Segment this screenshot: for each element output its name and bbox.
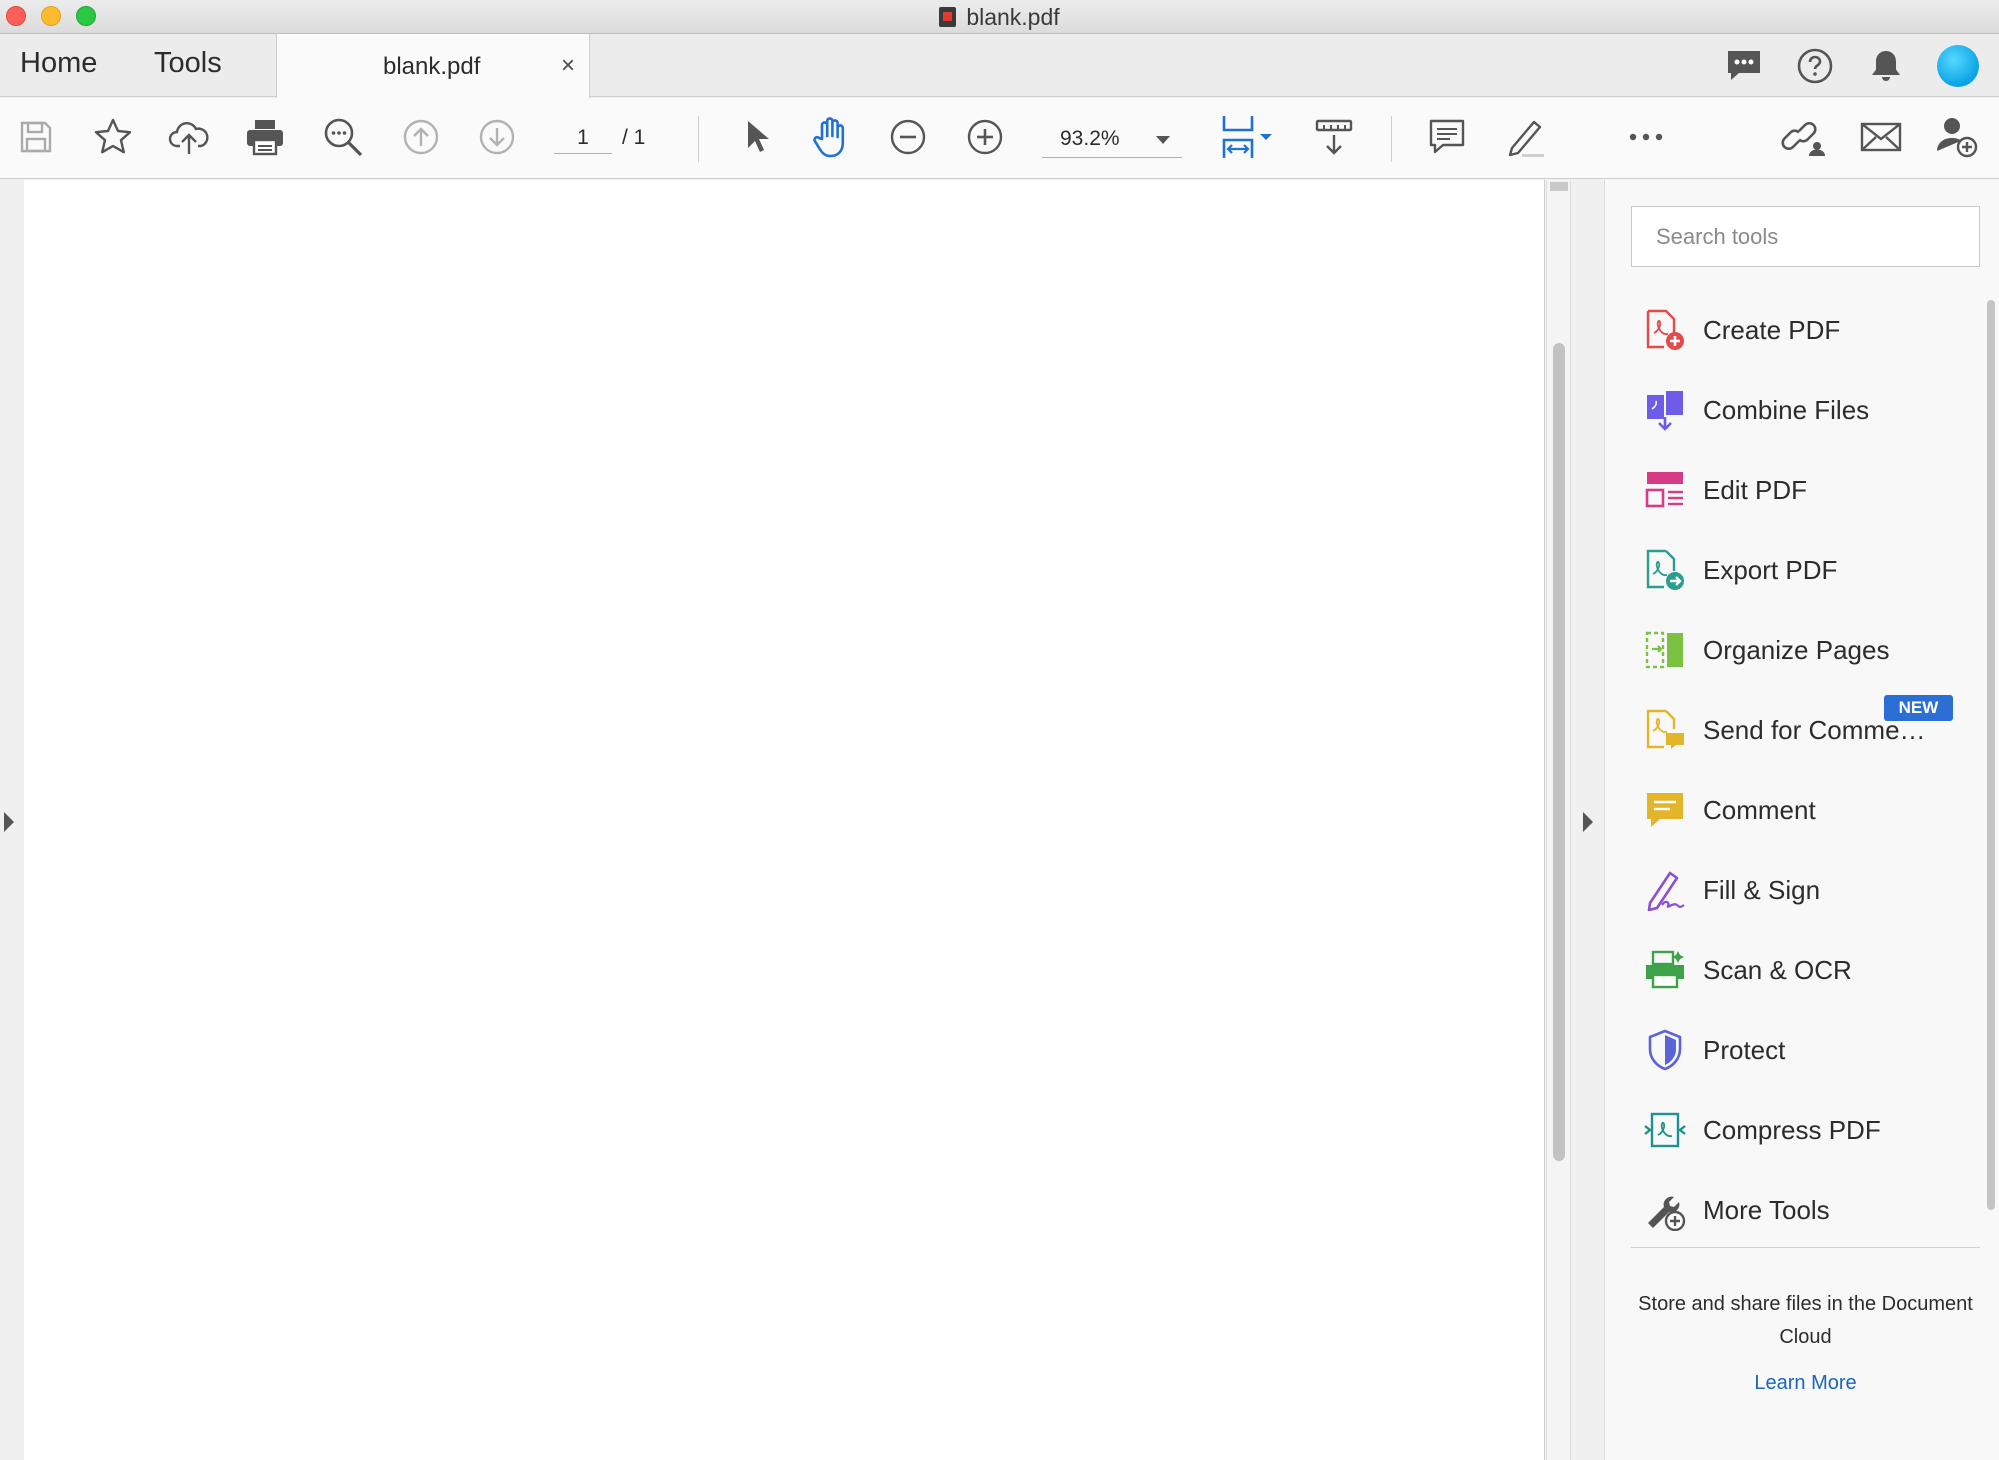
window-title: blank.pdf <box>0 4 1999 31</box>
edit-pdf-icon <box>1643 468 1687 512</box>
print-icon[interactable] <box>242 114 288 160</box>
comment-icon[interactable] <box>1424 114 1470 160</box>
document-tab-label: blank.pdf <box>383 53 481 80</box>
tool-label: Protect <box>1703 1034 1786 1065</box>
tool-protect[interactable]: Protect <box>1643 1020 1973 1080</box>
save-icon[interactable] <box>13 114 59 160</box>
star-icon[interactable] <box>90 114 136 160</box>
zoom-in-icon[interactable] <box>962 114 1008 160</box>
organize-pages-icon <box>1643 628 1687 672</box>
hand-tool-icon[interactable] <box>808 114 854 160</box>
close-tab-button[interactable]: × <box>561 52 575 80</box>
chat-icon[interactable] <box>1724 46 1764 86</box>
tools-pane: Create PDF Combine Files Edit PDF Export… <box>1605 180 1999 1460</box>
compress-pdf-icon <box>1643 1108 1687 1152</box>
acrobat-window: blank.pdf Home Tools blank.pdf × 1 / 1 9… <box>0 0 1999 1460</box>
help-icon[interactable] <box>1795 46 1835 86</box>
more-options-icon[interactable] <box>1623 114 1669 160</box>
add-user-icon[interactable] <box>1934 114 1980 160</box>
expand-left-pane-icon[interactable] <box>4 812 14 832</box>
page-total-label: / 1 <box>622 126 646 149</box>
window-title-text: blank.pdf <box>966 4 1060 30</box>
tool-combine-files[interactable]: Combine Files <box>1643 380 1973 440</box>
chevron-down-icon <box>1156 136 1170 144</box>
tools-divider <box>1631 1247 1980 1248</box>
pdf-page <box>24 180 1545 1460</box>
send-for-comment-icon <box>1643 708 1687 752</box>
learn-more-link[interactable]: Learn More <box>1631 1372 1980 1395</box>
next-page-icon[interactable] <box>474 114 520 160</box>
tool-more-tools[interactable]: More Tools <box>1643 1180 1973 1240</box>
toolbar-divider <box>698 116 699 162</box>
page-number-input[interactable] <box>554 122 612 154</box>
tool-label: Fill & Sign <box>1703 874 1821 905</box>
upload-cloud-icon[interactable] <box>166 114 212 160</box>
new-badge: NEW <box>1884 695 1953 721</box>
left-pane-rail <box>0 180 24 1460</box>
more-tools-icon <box>1643 1188 1687 1232</box>
fill-sign-icon <box>1643 868 1687 912</box>
tool-scan-ocr[interactable]: Scan & OCR <box>1643 940 1973 1000</box>
toolbar-divider <box>1391 116 1392 162</box>
tool-export-pdf[interactable]: Export PDF <box>1643 540 1973 600</box>
export-pdf-icon <box>1643 548 1687 592</box>
pdf-file-icon <box>939 7 957 27</box>
fit-page-icon[interactable] <box>1212 114 1280 160</box>
scrollbar-thumb[interactable] <box>1553 343 1565 1161</box>
right-pane-rail <box>1570 180 1605 1460</box>
find-zoom-icon[interactable] <box>320 114 366 160</box>
title-bar: blank.pdf <box>0 0 1999 34</box>
previous-page-icon[interactable] <box>398 114 444 160</box>
tool-fill-sign[interactable]: Fill & Sign <box>1643 860 1973 920</box>
tool-label: Organize Pages <box>1703 634 1890 665</box>
tool-label: More Tools <box>1703 1194 1830 1225</box>
collapse-tools-pane-icon[interactable] <box>1583 812 1593 832</box>
tab-home[interactable]: Home <box>20 47 97 80</box>
avatar[interactable] <box>1937 45 1979 87</box>
tab-document[interactable]: blank.pdf × <box>276 34 590 98</box>
document-scrollbar[interactable] <box>1546 180 1570 1460</box>
zoom-value: 93.2% <box>1060 127 1120 150</box>
tool-label: Create PDF <box>1703 314 1841 345</box>
scan-ocr-icon <box>1643 948 1687 992</box>
tool-label: Scan & OCR <box>1703 954 1852 985</box>
zoom-out-icon[interactable] <box>885 114 931 160</box>
tool-label: Compress PDF <box>1703 1114 1881 1145</box>
comment-tool-icon <box>1643 788 1687 832</box>
search-tools-input[interactable] <box>1631 206 1980 267</box>
tool-label: Combine Files <box>1703 394 1870 425</box>
tab-tools[interactable]: Tools <box>154 47 222 80</box>
bell-icon[interactable] <box>1866 46 1906 86</box>
create-pdf-icon <box>1643 308 1687 352</box>
zoom-dropdown[interactable]: 93.2% <box>1042 120 1182 158</box>
scrollbar-cap <box>1550 182 1568 191</box>
protect-icon <box>1643 1028 1687 1072</box>
document-cloud-message: Store and share files in the Document Cl… <box>1638 1293 1973 1348</box>
scroll-mode-icon[interactable] <box>1311 114 1357 160</box>
highlight-pen-icon[interactable] <box>1502 114 1548 160</box>
combine-files-icon <box>1643 388 1687 432</box>
email-icon[interactable] <box>1858 114 1904 160</box>
tool-edit-pdf[interactable]: Edit PDF <box>1643 460 1973 520</box>
tool-comment[interactable]: Comment <box>1643 780 1973 840</box>
tool-label: Export PDF <box>1703 554 1838 585</box>
tools-pane-scrollbar[interactable] <box>1987 300 1995 1210</box>
tool-label: Edit PDF <box>1703 474 1808 505</box>
tab-row: Home Tools blank.pdf × <box>0 34 1999 98</box>
tool-create-pdf[interactable]: Create PDF <box>1643 300 1973 360</box>
select-pointer-icon[interactable] <box>733 114 779 160</box>
toolbar: / 1 93.2% <box>0 98 1999 179</box>
tool-compress-pdf[interactable]: Compress PDF <box>1643 1100 1973 1160</box>
tool-label: Comment <box>1703 794 1816 825</box>
tool-organize-pages[interactable]: Organize Pages <box>1643 620 1973 680</box>
share-link-icon[interactable] <box>1781 114 1827 160</box>
